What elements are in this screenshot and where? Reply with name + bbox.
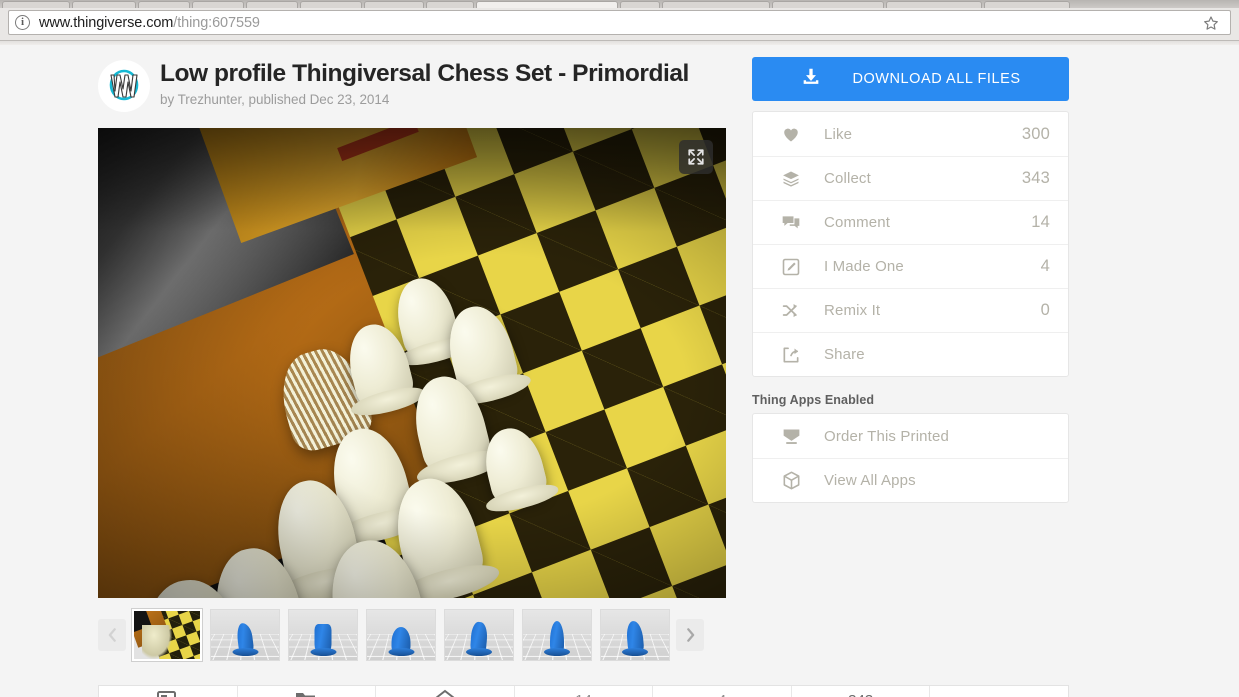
like-label: Like [824, 125, 853, 143]
browser-tab[interactable] [138, 1, 190, 8]
share-icon [781, 345, 809, 365]
bookmark-star-icon[interactable] [1198, 10, 1224, 35]
remix-it-label: Remix It [824, 302, 881, 319]
browser-tab[interactable] [476, 1, 618, 8]
thumbnail-pawn-render[interactable] [366, 609, 436, 661]
thumbnail-queen-render[interactable] [600, 609, 670, 661]
browser-tab[interactable] [662, 1, 770, 8]
i-made-one-pencil-icon [781, 257, 809, 277]
download-all-files-label: DOWNLOAD ALL FILES [852, 71, 1021, 87]
comment-label: Comment [824, 214, 891, 231]
knight-piece-icon [232, 622, 258, 656]
order-this-printed-action[interactable]: Order This Printed [753, 414, 1068, 458]
order-printed-icon [781, 426, 809, 447]
thumbnail-strip [98, 609, 726, 661]
remix-shuffle-icon [781, 300, 809, 321]
view-all-apps-action[interactable]: View All Apps [753, 458, 1068, 502]
collect-label: Collect [824, 170, 871, 187]
thumbnail-rook-render[interactable] [288, 609, 358, 661]
collect-stack-icon [781, 169, 809, 189]
share-label: Share [824, 346, 865, 363]
url-path: /thing:607559 [173, 14, 260, 31]
browser-tab[interactable] [2, 1, 70, 8]
remix-it-action[interactable]: Remix It 0 [753, 288, 1068, 332]
browser-tab[interactable] [364, 1, 424, 8]
collect-count: 343 [1021, 169, 1050, 187]
comment-count: 14 [1031, 213, 1050, 231]
i-made-one-label: I Made One [824, 258, 904, 275]
queen-piece-icon [622, 620, 648, 656]
page-body: Low profile Thingiversal Chess Set - Pri… [0, 45, 1239, 697]
comment-bubble-icon [781, 213, 809, 233]
tab-comments[interactable]: 14 [515, 686, 654, 697]
like-count: 300 [1021, 124, 1050, 143]
thingiverse-avatar-icon[interactable] [98, 60, 150, 112]
thing-sidebar: DOWNLOAD ALL FILES Like 300 Collect 343 … [752, 57, 1069, 503]
thumbnail-bishop-render[interactable] [522, 609, 592, 661]
browser-chrome: i www.thingiverse.com/thing:607559 [0, 0, 1239, 45]
url-host: www.thingiverse.com [39, 14, 174, 31]
site-info-icon[interactable]: i [15, 15, 30, 30]
thumbnail-list [132, 609, 670, 661]
tab-thing-apps[interactable] [376, 686, 515, 697]
url-text: www.thingiverse.com/thing:607559 [39, 15, 260, 31]
view-all-apps-label: View All Apps [824, 472, 916, 489]
thumbnail-chess-set-photo[interactable] [132, 609, 202, 661]
tab-makes[interactable]: 4 [653, 686, 792, 697]
i-made-one-action[interactable]: I Made One 4 [753, 244, 1068, 288]
thing-header-text: Low profile Thingiversal Chess Set - Pri… [160, 57, 689, 107]
order-this-printed-label: Order This Printed [824, 427, 949, 445]
pawn-piece-icon [388, 627, 414, 656]
browser-tab[interactable] [192, 1, 244, 8]
browser-tab[interactable] [620, 1, 660, 8]
tab-collections[interactable] [930, 686, 1068, 697]
remix-it-count: 0 [1040, 301, 1050, 319]
address-bar[interactable]: i www.thingiverse.com/thing:607559 [8, 10, 1231, 35]
browser-tab-strip[interactable] [0, 0, 1239, 8]
browser-tab[interactable] [300, 1, 362, 8]
page-title: Low profile Thingiversal Chess Set - Pri… [160, 60, 689, 87]
thing-apps-heading: Thing Apps Enabled [752, 393, 875, 407]
thumbnail-image [134, 611, 200, 659]
tab-label: 343 [848, 692, 873, 697]
collect-action[interactable]: Collect 343 [753, 156, 1068, 200]
like-action[interactable]: Like 300 [753, 112, 1068, 156]
browser-tab[interactable] [72, 1, 136, 8]
i-made-one-count: 4 [1040, 257, 1050, 275]
download-icon [800, 66, 822, 93]
thing-actions-card: Like 300 Collect 343 Comment 14 I Made O… [752, 111, 1069, 377]
rook-piece-icon [310, 624, 336, 656]
tab-remixes[interactable]: 343 [792, 686, 931, 697]
browser-tab[interactable] [886, 1, 982, 8]
tab-thing-files[interactable] [238, 686, 377, 697]
browser-toolbar: i www.thingiverse.com/thing:607559 [0, 8, 1239, 41]
chevron-left-icon[interactable] [98, 619, 126, 651]
tab-label: 14 [575, 692, 592, 697]
browser-tab[interactable] [246, 1, 298, 8]
cube-box-icon [781, 470, 809, 491]
chevron-right-icon[interactable] [676, 619, 704, 651]
chess-set-photo [98, 128, 726, 598]
thing-byline: by Trezhunter, published Dec 23, 2014 [160, 92, 390, 107]
king-piece-icon [466, 621, 492, 656]
thumbnail-knight-render[interactable] [210, 609, 280, 661]
thing-section-tabs[interactable]: 14 4 343 [98, 685, 1069, 697]
thumbnail-king-render[interactable] [444, 609, 514, 661]
tab-label: 4 [718, 692, 726, 697]
comment-action[interactable]: Comment 14 [753, 200, 1068, 244]
heart-icon [781, 124, 809, 144]
browser-tab[interactable] [426, 1, 474, 8]
download-all-files-button[interactable]: DOWNLOAD ALL FILES [752, 57, 1069, 101]
main-image[interactable] [98, 128, 726, 598]
browser-tab[interactable] [772, 1, 884, 8]
expand-fullscreen-icon[interactable] [679, 140, 713, 174]
photo-vignette [98, 128, 726, 598]
bishop-piece-icon [544, 621, 570, 656]
browser-tab[interactable] [984, 1, 1070, 8]
tab-thing-details[interactable] [99, 686, 238, 697]
thing-apps-card: Order This Printed View All Apps [752, 413, 1069, 503]
share-action[interactable]: Share [753, 332, 1068, 376]
